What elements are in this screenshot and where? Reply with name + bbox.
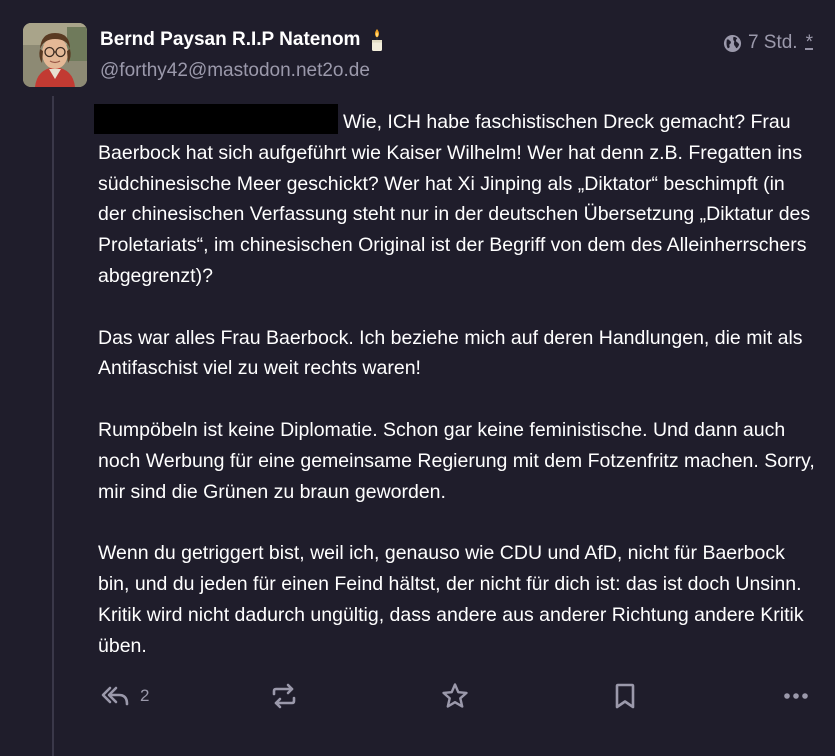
post-content: Wie, ICH habe faschistischen Dreck gemac… (94, 104, 818, 661)
post-meta: 7 Std. * (723, 32, 813, 54)
reply-button[interactable]: 2 (100, 678, 149, 714)
thread-line (52, 96, 54, 756)
display-name-text: Bernd Paysan R.I.P Natenom (100, 29, 361, 50)
candle-icon (369, 28, 385, 52)
boost-icon (270, 683, 298, 709)
reply-all-icon (100, 684, 130, 708)
star-icon (441, 682, 469, 710)
post-paragraph: Das war alles Frau Baerbock. Ich beziehe… (98, 326, 803, 380)
author-handle[interactable]: @forthy42@mastodon.net2o.de (100, 60, 370, 82)
bookmark-icon (613, 682, 637, 710)
post-action-bar: 2 (0, 678, 835, 714)
reply-count: 2 (140, 686, 150, 705)
post-timestamp[interactable]: 7 Std. (748, 32, 798, 54)
post-paragraph: Wenn du getriggert bist, weil ich, genau… (98, 542, 804, 657)
paragraph-text: Wie, ICH habe faschistischen Dreck gemac… (98, 111, 811, 287)
boost-button[interactable] (270, 678, 298, 714)
more-horizontal-icon (783, 692, 809, 700)
redacted-mention (94, 104, 338, 134)
globe-icon (723, 34, 742, 53)
edited-indicator[interactable]: * (806, 32, 813, 54)
avatar[interactable] (23, 23, 87, 87)
avatar-photo (23, 23, 87, 87)
favourite-button[interactable] (441, 678, 469, 714)
post-paragraph: Wie, ICH habe faschistischen Dreck gemac… (94, 104, 818, 292)
post-paragraph: Rumpöbeln ist keine Diplomatie. Schon ga… (98, 418, 815, 503)
author-display-name[interactable]: Bernd Paysan R.I.P Natenom (100, 28, 385, 52)
more-options-button[interactable] (783, 678, 809, 714)
bookmark-button[interactable] (613, 678, 637, 714)
